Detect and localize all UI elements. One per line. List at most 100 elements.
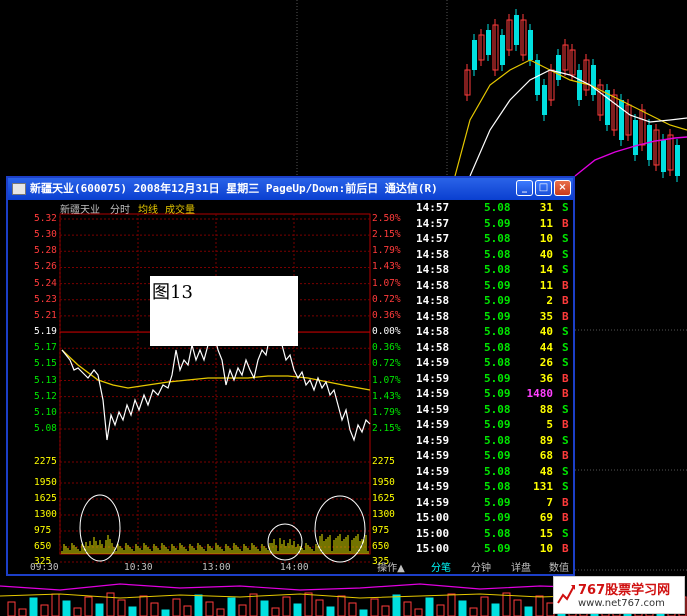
tick-time: 15:00 <box>416 511 450 524</box>
tick-volume: 2 <box>546 294 553 307</box>
annotation-circle <box>267 523 303 561</box>
maximize-button[interactable]: □ <box>535 180 552 196</box>
volume-tick-label: 1300 <box>34 509 57 520</box>
pct-tick-label: 0.36% <box>372 342 401 354</box>
tick-side: B <box>562 511 569 524</box>
minimize-button[interactable]: _ <box>516 180 533 196</box>
tick-time: 14:59 <box>416 418 450 431</box>
bottom-tabs: 操作▲ 分笔 分钟 详盘 数值 <box>374 561 573 576</box>
pct-tick-label: 0.72% <box>372 293 401 305</box>
tick-volume: 5 <box>546 418 553 431</box>
pct-tick-label: 1.07% <box>372 374 401 386</box>
tick-time: 14:59 <box>416 433 450 447</box>
tick-time: 14:58 <box>416 340 450 354</box>
tick-price: 5.08 <box>484 356 511 369</box>
tick-row: 14:57 5.09 11 B <box>414 216 573 232</box>
volume-tick-label: 1625 <box>372 493 395 504</box>
volume-label: 成交量 <box>165 205 195 216</box>
tick-time: 14:58 <box>416 325 450 338</box>
tick-time: 14:59 <box>416 371 450 385</box>
tick-volume: 36 <box>539 371 553 385</box>
tick-price: 5.08 <box>484 526 511 540</box>
tick-side: B <box>562 294 569 307</box>
tick-row: 15:00 5.09 10 B <box>414 541 573 557</box>
stock-name: 新疆天业 <box>60 205 100 216</box>
tick-row: 14:59 5.08 48 S <box>414 464 573 480</box>
tick-volume: 10 <box>539 542 553 555</box>
volume-tick-label: 975 <box>34 525 52 536</box>
tick-volume: 40 <box>539 325 553 338</box>
volume-tick-label: 975 <box>372 525 390 536</box>
watermark-url: www.net767.com <box>578 598 665 609</box>
tick-price: 5.08 <box>484 433 511 447</box>
tab-3[interactable]: 详盘 <box>504 561 538 576</box>
tick-side: B <box>562 278 569 292</box>
tick-volume: 40 <box>539 247 553 261</box>
tick-volume: 131 <box>533 480 553 493</box>
pct-tick-label: 2.15% <box>372 422 401 434</box>
intraday-chart[interactable]: 新疆天业 分时 均线 成交量 5.32 2.50% 5.30 2.15% 5.28 1.7… <box>8 200 412 574</box>
volume-tick-label: 650 <box>372 541 390 552</box>
tick-row: 14:59 5.09 5 B <box>414 417 573 433</box>
tick-side: B <box>562 387 569 400</box>
tick-side: S <box>562 201 569 214</box>
tick-price: 5.09 <box>484 294 511 307</box>
price-tick-label: 5.19 <box>34 326 57 338</box>
tick-time: 14:57 <box>416 201 450 214</box>
tick-side: S <box>562 356 569 369</box>
price-tick-label: 5.08 <box>34 422 57 434</box>
tick-volume: 35 <box>539 309 553 323</box>
tick-volume: 1480 <box>526 387 554 400</box>
tab-4[interactable]: 数值 <box>542 561 576 576</box>
pct-tick-label: 1.43% <box>372 390 401 402</box>
chart-logo-icon <box>557 585 575 604</box>
tick-volume: 48 <box>539 464 553 478</box>
price-tick-label: 5.13 <box>34 374 57 386</box>
time-tick-label: 09:30 <box>30 562 59 573</box>
tick-price: 5.09 <box>484 449 511 462</box>
tick-volume: 68 <box>539 449 553 462</box>
tick-time: 14:59 <box>416 387 450 400</box>
price-tick-label: 5.30 <box>34 229 57 241</box>
pct-tick-label: 0.36% <box>372 309 401 321</box>
tick-time: 14:58 <box>416 309 450 323</box>
window-titlebar[interactable]: 新疆天业(600075) 2008年12月31日 星期三 PageUp/Down… <box>8 178 573 200</box>
tick-price: 5.09 <box>484 495 511 509</box>
tab-1[interactable]: 分笔 <box>424 561 458 576</box>
tick-side: B <box>562 309 569 323</box>
tick-list[interactable]: 14:57 5.08 31 S 14:57 5.09 11 B 14:57 5.08 10 S 14:5… <box>414 200 573 556</box>
tick-volume: 10 <box>539 232 553 245</box>
close-button[interactable]: × <box>554 180 571 196</box>
tick-side: S <box>562 464 569 478</box>
tick-time: 14:58 <box>416 247 450 261</box>
tick-price: 5.09 <box>484 309 511 323</box>
tick-volume: 7 <box>546 495 553 509</box>
price-tick-label: 5.12 <box>34 390 57 402</box>
tick-price: 5.09 <box>484 278 511 292</box>
intraday-window: 新疆天业(600075) 2008年12月31日 星期三 PageUp/Down… <box>6 176 575 576</box>
tick-side: S <box>562 433 569 447</box>
time-tick-label: 10:30 <box>124 562 153 573</box>
tick-volume: 88 <box>539 402 553 416</box>
volume-tick-label: 2275 <box>34 456 57 467</box>
price-tick-label: 5.21 <box>34 309 57 321</box>
tick-volume: 69 <box>539 511 553 524</box>
window-title: 新疆天业(600075) 2008年12月31日 星期三 PageUp/Down… <box>30 182 438 195</box>
tab-2[interactable]: 分钟 <box>464 561 498 576</box>
tick-price: 5.08 <box>484 464 511 478</box>
tick-price: 5.08 <box>484 480 511 493</box>
tick-side: B <box>562 495 569 509</box>
tick-row: 14:59 5.08 131 S <box>414 479 573 495</box>
price-tick-label: 5.10 <box>34 406 57 418</box>
tick-time: 14:58 <box>416 263 450 276</box>
price-tick-label: 5.17 <box>34 342 57 354</box>
tick-time: 14:57 <box>416 216 450 230</box>
tick-time: 14:59 <box>416 464 450 478</box>
volume-bars <box>61 534 369 554</box>
tick-time: 14:59 <box>416 356 450 369</box>
tick-side: S <box>562 526 569 540</box>
tick-price: 5.09 <box>484 216 511 230</box>
tab-0[interactable]: 操作▲ <box>374 561 408 576</box>
tick-side: B <box>562 542 569 555</box>
pct-tick-label: 2.15% <box>372 229 401 241</box>
